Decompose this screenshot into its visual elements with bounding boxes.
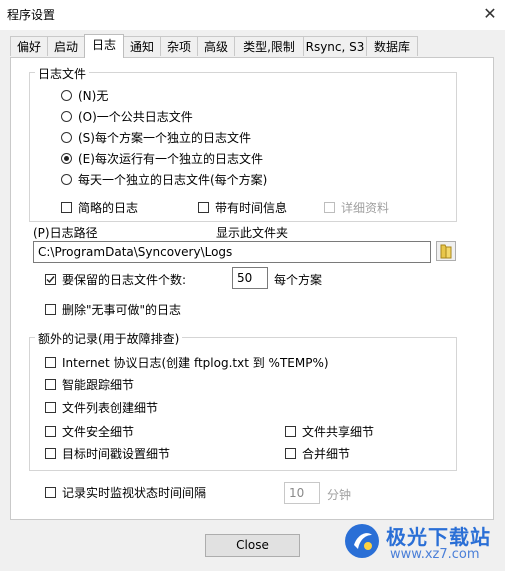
realtime-interval-input[interactable]: 10: [284, 482, 320, 504]
realtime-interval-checkbox[interactable]: [45, 487, 56, 498]
extra-logging-group-title: 额外的记录(用于故障排查): [35, 330, 183, 347]
tab-types-limits[interactable]: 类型,限制: [234, 36, 304, 56]
smart-tracking-checkbox[interactable]: [45, 379, 56, 390]
watermark-logo-icon: [345, 524, 379, 558]
keep-count-label: 要保留的日志文件个数:: [62, 273, 187, 287]
keep-count-input[interactable]: 50: [232, 267, 268, 289]
file-list-creation-checkbox[interactable]: [45, 402, 56, 413]
log-path-label: (P)日志路径: [33, 226, 98, 240]
tab-log[interactable]: 日志: [84, 34, 124, 58]
tab-advanced[interactable]: 高级: [197, 36, 235, 56]
log-settings-panel: 日志文件 (N)无 (O)一个公共日志文件 (S)每个方案一个独立的日志文件 (…: [10, 57, 494, 520]
watermark-logo: 极光下载站 www.xz7.com: [340, 515, 500, 567]
radio-per-run[interactable]: [61, 153, 72, 164]
target-timestamp-checkbox[interactable]: [45, 448, 56, 459]
check-icon: [46, 276, 55, 284]
folder-icon: [440, 244, 452, 259]
delete-nothing-label: 删除"无事可做"的日志: [62, 303, 182, 317]
details-label: 详细资料: [341, 201, 390, 215]
details-checkbox[interactable]: [324, 202, 335, 213]
watermark-title: 极光下载站: [386, 525, 491, 549]
file-sharing-checkbox[interactable]: [285, 426, 296, 437]
file-security-checkbox[interactable]: [45, 426, 56, 437]
tab-preferences[interactable]: 偏好: [10, 36, 48, 56]
file-list-creation-label: 文件列表创建细节: [62, 401, 159, 415]
internet-protocol-log-label: Internet 协议日志(创建 ftplog.txt 到 %TEMP%): [62, 356, 329, 370]
radio-per-run-label: (E)每次运行有一个独立的日志文件: [78, 152, 263, 166]
close-button[interactable]: Close: [205, 534, 300, 557]
radio-per-day[interactable]: [61, 174, 72, 185]
browse-folder-button[interactable]: [436, 241, 456, 261]
tab-rsync-s3[interactable]: Rsync, S3: [303, 36, 367, 56]
file-security-label: 文件安全细节: [62, 425, 135, 439]
brief-log-checkbox[interactable]: [61, 202, 72, 213]
radio-per-profile-label: (S)每个方案一个独立的日志文件: [78, 131, 251, 145]
with-time-label: 带有时间信息: [215, 201, 288, 215]
realtime-interval-unit: 分钟: [327, 488, 352, 502]
file-sharing-label: 文件共享细节: [302, 425, 375, 439]
target-timestamp-label: 目标时间戳设置细节: [62, 447, 171, 461]
keep-count-checkbox[interactable]: [45, 274, 56, 285]
close-window-button[interactable]: ✕: [479, 3, 501, 25]
smart-tracking-label: 智能跟踪细节: [62, 378, 135, 392]
realtime-interval-label: 记录实时监视状态时间间隔: [62, 486, 207, 500]
radio-per-day-label: 每天一个独立的日志文件(每个方案): [78, 173, 268, 187]
keep-count-suffix: 每个方案: [274, 273, 323, 287]
watermark-url: www.xz7.com: [390, 547, 480, 562]
tab-database[interactable]: 数据库: [366, 36, 418, 56]
window-title: 程序设置: [7, 8, 56, 22]
tab-notifications[interactable]: 通知: [123, 36, 161, 56]
log-path-input[interactable]: C:\ProgramData\Syncovery\Logs: [33, 241, 431, 263]
tab-misc[interactable]: 杂项: [160, 36, 198, 56]
internet-protocol-log-checkbox[interactable]: [45, 357, 56, 368]
brief-log-label: 简略的日志: [78, 201, 139, 215]
with-time-checkbox[interactable]: [198, 202, 209, 213]
merge-details-checkbox[interactable]: [285, 448, 296, 459]
show-folder-link[interactable]: 显示此文件夹: [216, 224, 288, 241]
radio-none[interactable]: [61, 90, 72, 101]
radio-per-profile[interactable]: [61, 132, 72, 143]
log-files-group-title: 日志文件: [35, 65, 90, 82]
delete-nothing-checkbox[interactable]: [45, 304, 56, 315]
radio-none-label: (N)无: [78, 89, 109, 103]
radio-common-log[interactable]: [61, 111, 72, 122]
radio-common-log-label: (O)一个公共日志文件: [78, 110, 193, 124]
title-bar: [0, 0, 505, 30]
merge-details-label: 合并细节: [302, 447, 351, 461]
tab-startup[interactable]: 启动: [47, 36, 85, 56]
